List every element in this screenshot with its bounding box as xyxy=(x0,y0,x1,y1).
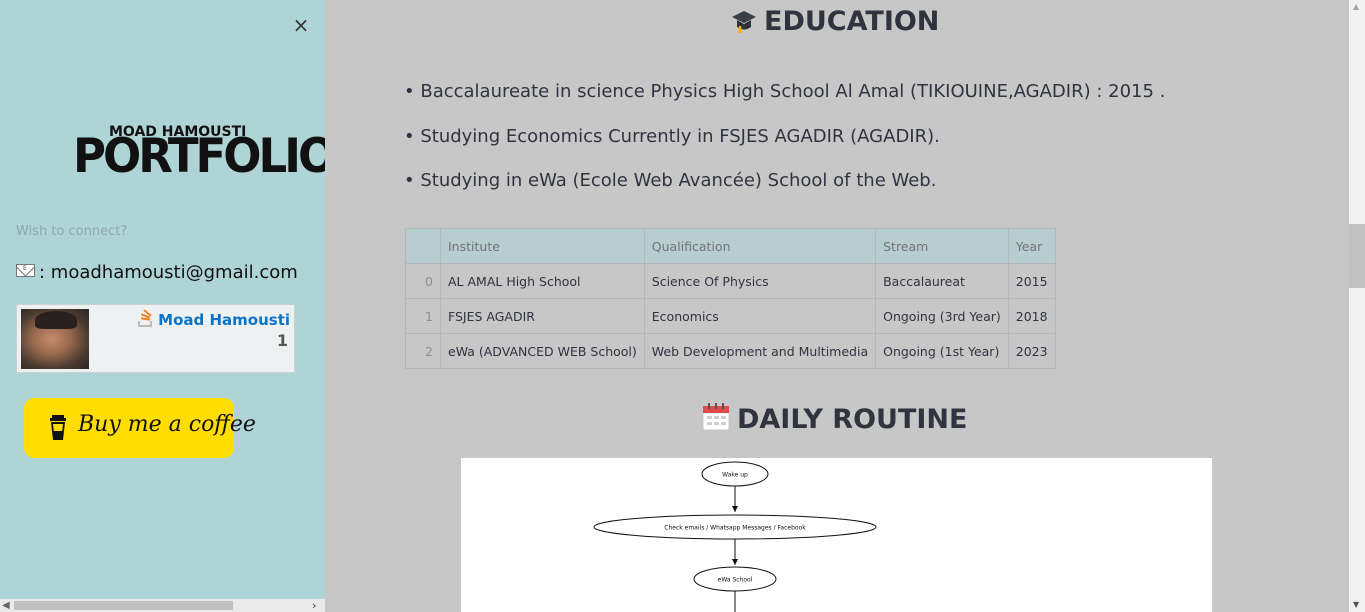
calendar-icon xyxy=(702,403,730,431)
graduation-cap-icon xyxy=(732,11,756,33)
buy-me-a-coffee-button[interactable]: Buy me a coffee xyxy=(24,398,256,458)
stackoverflow-icon xyxy=(138,309,153,327)
stackoverflow-username[interactable]: Moad Hamousti xyxy=(158,311,290,329)
flow-node-label: Wake up xyxy=(722,472,748,479)
table-cell: 2 xyxy=(405,333,441,369)
table-cell: 0 xyxy=(405,263,441,299)
table-header-row: Institute Qualification Stream Year xyxy=(405,228,1056,264)
table-header xyxy=(405,228,441,264)
table-header: Qualification xyxy=(643,228,877,264)
table-cell: FSJES AGADIR xyxy=(440,298,645,334)
table-cell: Economics xyxy=(643,298,877,334)
table-cell: 2015 xyxy=(1007,263,1056,299)
scroll-right-icon[interactable]: › xyxy=(312,599,316,612)
table-header: Year xyxy=(1007,228,1056,264)
table-cell: Web Development and Multimedia xyxy=(643,333,877,369)
stackoverflow-flair[interactable]: Moad Hamousti 1 xyxy=(16,304,295,373)
avatar xyxy=(21,309,89,369)
table-cell: AL AMAL High School xyxy=(440,263,645,299)
table-row: 0 AL AMAL High School Science Of Physics… xyxy=(405,263,1056,299)
logo-title: PORTFOLIO xyxy=(73,127,325,184)
scroll-up-icon[interactable]: ▲ xyxy=(1353,2,1359,11)
table-cell: Ongoing (3rd Year) xyxy=(875,298,1009,334)
sidebar-horizontal-scrollbar[interactable]: ◀ › xyxy=(0,599,325,612)
education-table: Institute Qualification Stream Year 0 AL… xyxy=(405,228,1056,369)
scrollbar-thumb[interactable] xyxy=(1349,224,1365,288)
table-row: 2 eWa (ADVANCED WEB School) Web Developm… xyxy=(405,333,1056,369)
main-content: EDUCATION • Baccalaureate in science Phy… xyxy=(325,0,1349,612)
scrollbar-thumb[interactable] xyxy=(14,601,233,610)
education-bullet: • Studying in eWa (Ecole Web Avancée) Sc… xyxy=(404,170,937,191)
envelope-icon: E xyxy=(16,264,35,277)
page-vertical-scrollbar[interactable]: ▲ ▼ xyxy=(1349,0,1365,612)
education-title: EDUCATION xyxy=(764,6,940,37)
close-icon[interactable]: × xyxy=(291,14,311,36)
stackoverflow-name-row: Moad Hamousti xyxy=(138,309,290,329)
table-header: Stream xyxy=(875,228,1009,264)
education-heading: EDUCATION xyxy=(730,6,939,37)
scroll-left-icon[interactable]: ◀ xyxy=(2,600,10,611)
coffee-cup-icon xyxy=(50,415,66,440)
stackoverflow-reputation: 1 xyxy=(276,331,288,350)
table-cell: 1 xyxy=(405,298,441,334)
connect-label: Wish to connect? xyxy=(16,224,128,239)
table-cell: Science Of Physics xyxy=(643,263,877,299)
flowchart-svg: Wake up Check emails / Whatsapp Messages… xyxy=(593,461,877,612)
sidebar: × MOAD HAMOUSTI PORTFOLIO Wish to connec… xyxy=(0,0,325,612)
table-row: 1 FSJES AGADIR Economics Ongoing (3rd Ye… xyxy=(405,298,1056,334)
scroll-down-icon[interactable]: ▼ xyxy=(1353,600,1359,609)
portfolio-logo: MOAD HAMOUSTI PORTFOLIO xyxy=(73,122,325,183)
flow-node-label: eWa School xyxy=(718,577,753,584)
education-bullet: • Studying Economics Currently in FSJES … xyxy=(404,126,940,147)
email-contact[interactable]: E : moadhamousti@gmail.com xyxy=(16,262,298,283)
daily-routine-heading: DAILY ROUTINE xyxy=(701,402,967,435)
routine-flowchart: Wake up Check emails / Whatsapp Messages… xyxy=(461,458,1212,612)
coffee-label: Buy me a coffee xyxy=(78,412,256,437)
daily-routine-title: DAILY ROUTINE xyxy=(737,404,968,435)
table-header: Institute xyxy=(440,228,645,264)
flow-node-label: Check emails / Whatsapp Messages / Faceb… xyxy=(664,525,806,532)
table-cell: 2023 xyxy=(1007,333,1056,369)
table-cell: Baccalaureat xyxy=(875,263,1009,299)
table-cell: 2018 xyxy=(1007,298,1056,334)
table-cell: Ongoing (1st Year) xyxy=(875,333,1009,369)
table-cell: eWa (ADVANCED WEB School) xyxy=(440,333,645,369)
email-text: : moadhamousti@gmail.com xyxy=(39,262,298,283)
education-bullet: • Baccalaureate in science Physics High … xyxy=(404,81,1166,102)
